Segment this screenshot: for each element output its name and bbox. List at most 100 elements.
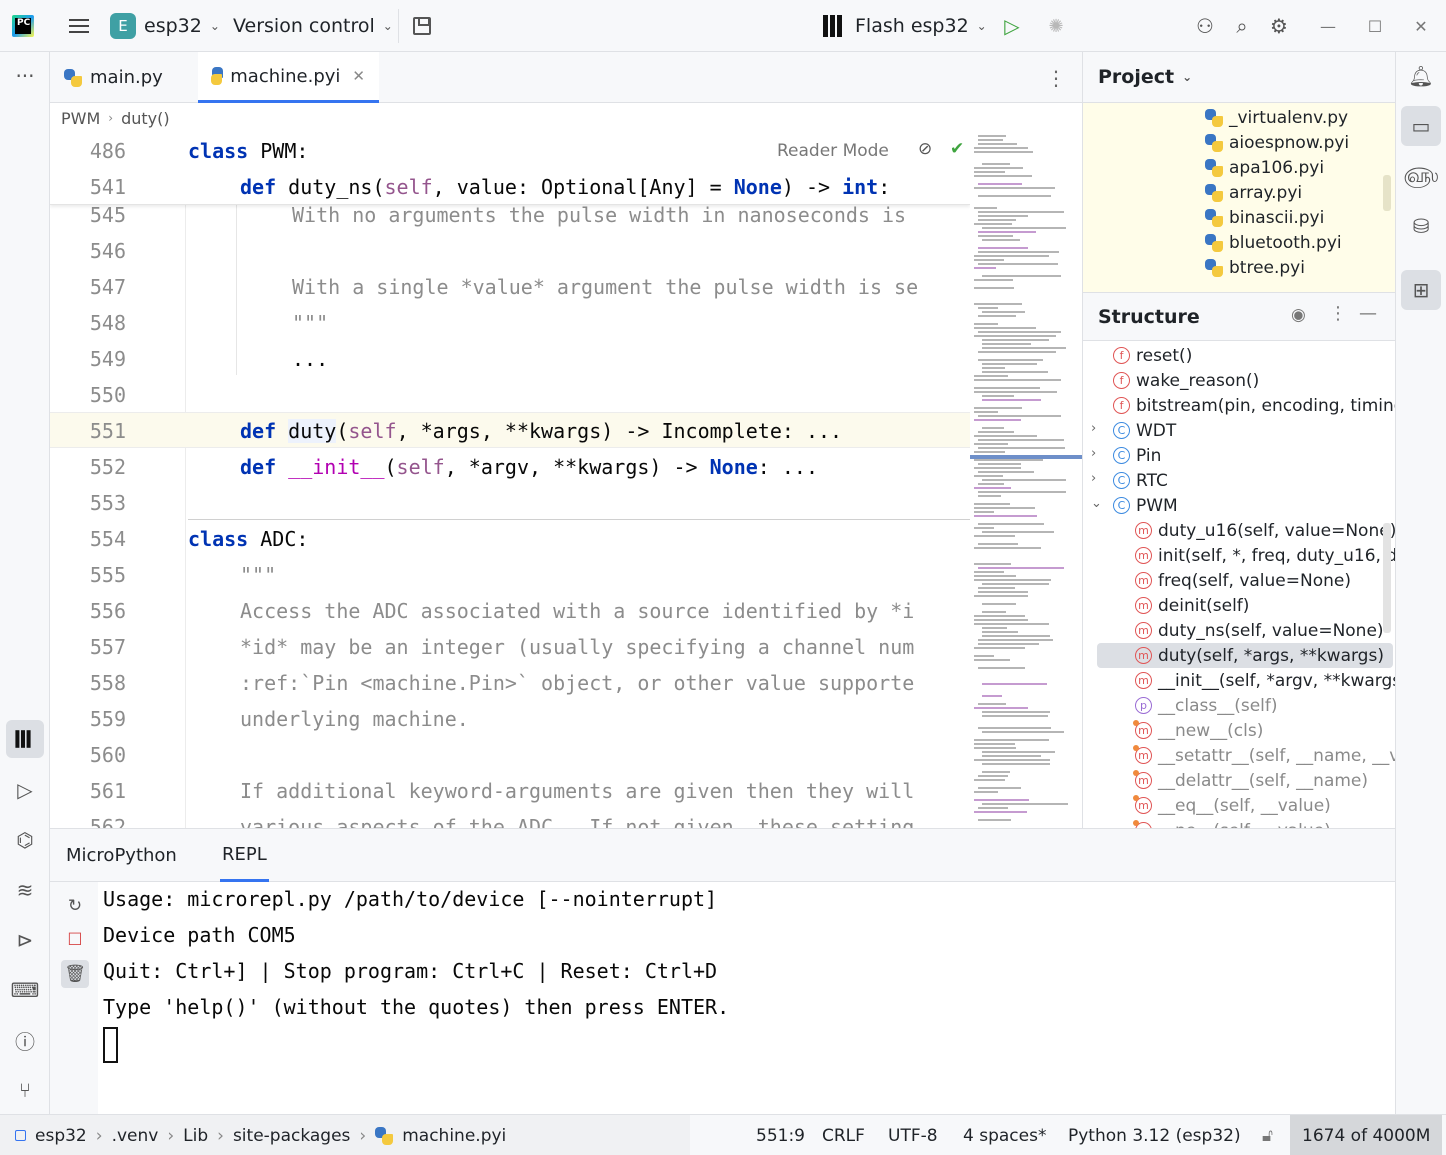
line-number: 554 [89,527,126,551]
path-item[interactable]: site-packages [233,1126,350,1146]
structure-item[interactable]: C PWM [1113,493,1178,518]
chevron-down-icon[interactable]: ⌄ [1091,496,1102,511]
sticky-line-duty-ns[interactable]: def duty_ns(self, value: Optional[Any] =… [240,175,890,199]
lock-icon[interactable]: 🔓︎ [1262,1115,1273,1155]
structure-item[interactable]: m __new__(cls) [1133,718,1263,743]
ai-assistant-button[interactable]: ௵ [1401,156,1441,196]
terminal-button[interactable]: ⌨ [0,970,50,1010]
file-item[interactable]: binascii.pyi [1205,205,1324,230]
chevron-right-icon[interactable]: › [1091,446,1096,461]
breadcrumb-item[interactable]: PWM [61,109,100,128]
settings-button[interactable]: ⚙ [1262,0,1296,52]
path-item[interactable]: machine.pyi [402,1126,506,1146]
notifications-button[interactable]: 🔔︎ [1401,56,1441,96]
scrollbar-thumb[interactable] [1383,175,1391,211]
structure-item[interactable]: C WDT [1113,418,1176,443]
file-encoding[interactable]: UTF-8 [888,1115,938,1155]
file-item[interactable]: btree.pyi [1205,255,1305,280]
minimize-button[interactable]: — [1308,0,1348,52]
structure-item[interactable]: f wake_reason() [1113,368,1259,393]
structure-item[interactable]: p __class__(self) [1135,693,1278,718]
minimap-viewport[interactable] [970,455,1082,459]
minimap-line [974,327,1036,329]
minimap-line [982,479,1066,481]
maximize-button[interactable]: ☐ [1355,0,1395,52]
file-item[interactable]: _virtualenv.py [1205,105,1348,130]
structure-item[interactable]: m __setattr__(self, __name, __va [1133,743,1395,768]
terminal-cursor[interactable] [103,1027,118,1063]
tab-options-button[interactable]: ⋮ [1046,52,1066,103]
structure-item[interactable]: m __delattr__(self, __name) [1133,768,1368,793]
main-menu-button[interactable] [62,0,96,52]
save-button[interactable] [410,0,434,52]
chevron-right-icon[interactable]: › [1091,421,1096,436]
close-tab-icon[interactable]: ✕ [352,67,365,85]
tab-machine-pyi[interactable]: machine.pyi ✕ [198,52,379,103]
git-button[interactable]: ⑂ [0,1070,50,1110]
structure-item[interactable]: m__ne__(self, __value) [1133,818,1331,828]
restart-button[interactable]: ↻ [61,892,89,920]
eye-crossed-icon[interactable]: ⊘ [918,139,932,159]
memory-indicator[interactable]: 1674 of 4000M [1290,1115,1443,1155]
sticky-line-class-pwm[interactable]: class PWM: [188,139,308,163]
structure-item[interactable]: m init(self, *, freq, duty_u16, du [1135,543,1395,568]
breadcrumb-item[interactable]: duty() [121,109,170,128]
kebab-icon[interactable]: ⋮ [1329,303,1347,324]
add-user-button[interactable]: ⚇ [1188,0,1222,52]
chevron-right-icon[interactable]: › [1091,471,1096,486]
structure-item[interactable]: f bitstream(pin, encoding, timing, [1113,393,1395,418]
structure-item[interactable]: C Pin [1113,443,1161,468]
project-selector[interactable]: E esp32 ⌄ [110,0,220,52]
caret-position[interactable]: 551:9 [756,1115,805,1155]
more-tools-button[interactable]: ··· [0,56,50,96]
scrollbar-thumb[interactable] [1383,523,1391,633]
debug-button[interactable]: ✺ [1044,0,1068,52]
structure-item[interactable]: f reset() [1113,343,1192,368]
tab-main-py[interactable]: main.py [50,52,177,103]
path-item[interactable]: .venv [112,1126,159,1146]
project-panel-header[interactable]: Project ⌄ [1083,52,1395,103]
python-console-button[interactable]: ⌬ [0,820,50,860]
run-button[interactable]: ▷ [1000,0,1024,52]
services-button[interactable]: ⊳ [0,920,50,960]
close-button[interactable]: ✕ [1401,0,1441,52]
minimap-line [974,147,1028,149]
file-item[interactable]: bluetooth.pyi [1205,230,1342,255]
python-interpreter[interactable]: Python 3.12 (esp32) [1068,1115,1241,1155]
search-button[interactable]: ⌕ [1225,0,1259,52]
file-item[interactable]: array.pyi [1205,180,1302,205]
project-tool-button[interactable]: ▭ [1401,106,1441,146]
structure-item[interactable]: m freq(self, value=None) [1135,568,1351,593]
run-config-selector[interactable]: Flash esp32 ⌄ [823,0,987,52]
database-button[interactable]: ⛁ [1401,206,1441,246]
indent-setting[interactable]: 4 spaces* [963,1115,1046,1155]
file-item[interactable]: aioespnow.pyi [1205,130,1349,155]
function-icon: f [1113,347,1130,364]
eye-icon[interactable]: ◉ [1291,305,1306,325]
clear-button[interactable]: 🗑︎ [61,960,89,988]
structure-item[interactable]: m deinit(self) [1135,593,1249,618]
structure-item[interactable]: m duty_u16(self, value=None) [1135,518,1395,543]
hide-panel-icon[interactable]: — [1359,303,1377,324]
layers-button[interactable]: ≋ [0,870,50,910]
problems-button[interactable]: ⓘ [0,1020,50,1060]
tab-repl[interactable]: REPL [220,829,269,882]
structure-item[interactable]: m duty(self, *args, **kwargs) [1097,643,1393,668]
stop-button[interactable]: ☐ [61,926,89,954]
file-item[interactable]: apa106.pyi [1205,155,1324,180]
micropython-tool-button[interactable] [6,720,44,758]
structure-tool-button[interactable]: ⊞ [1401,270,1441,310]
structure-item[interactable]: C RTC [1113,468,1168,493]
version-control-menu[interactable]: Version control ⌄ [233,0,393,52]
run-tool-button[interactable]: ▷ [0,770,50,810]
path-item[interactable]: esp32 [35,1126,87,1146]
reader-mode-button[interactable]: Reader Mode [777,141,889,161]
structure-item[interactable]: m __init__(self, *argv, **kwargs [1135,668,1395,693]
code-editor[interactable]: 545 With no arguments the pulse width in… [50,133,970,828]
structure-item[interactable]: m __eq__(self, __value) [1133,793,1331,818]
structure-item[interactable]: m duty_ns(self, value=None) [1135,618,1384,643]
line-separator[interactable]: CRLF [822,1115,865,1155]
minimap[interactable] [970,133,1082,828]
path-item[interactable]: Lib [183,1126,208,1146]
chevron-down-icon: ⌄ [1182,70,1193,84]
